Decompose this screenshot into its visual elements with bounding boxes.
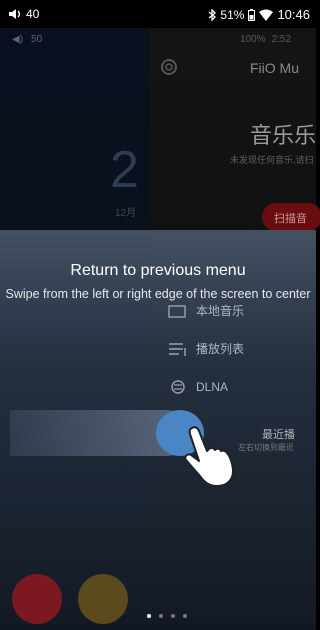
scan-music-label: 扫描音 xyxy=(274,213,307,225)
clock-time: 10:46 xyxy=(277,7,310,22)
inner-status-right: 100% 2:52 xyxy=(240,34,291,45)
page-dot-active xyxy=(147,614,151,618)
status-right: 51% 10:46 xyxy=(208,7,310,22)
menu-item-playlist[interactable]: 播放列表 xyxy=(168,340,244,357)
volume-icon xyxy=(9,9,20,19)
bluetooth-icon xyxy=(209,8,217,21)
inner-battery: 100% xyxy=(240,34,266,45)
recent-title: 最近播 xyxy=(262,429,295,441)
dlna-icon xyxy=(171,380,185,394)
inner-volume-icon: ◀) xyxy=(12,34,24,45)
menu-item-label: 播放列表 xyxy=(196,342,245,356)
playlist-icon xyxy=(169,342,186,356)
pointing-hand-icon xyxy=(184,426,234,487)
menu-item-label: DLNA xyxy=(196,380,229,394)
tutorial-title: Return to previous menu xyxy=(70,262,246,279)
inner-time: 2:52 xyxy=(271,34,292,45)
settings-gear-icon[interactable] xyxy=(158,56,180,78)
music-folder-icon xyxy=(168,304,186,318)
tutorial-subtitle: Swipe from the left or right edge of the… xyxy=(5,287,311,301)
battery-icon xyxy=(248,8,256,21)
music-library-title: 音乐乐 xyxy=(250,123,317,148)
recent-subtitle: 左右切换到最近 xyxy=(238,443,294,452)
menu-item-label: 本地音乐 xyxy=(196,304,245,318)
page-indicator xyxy=(147,614,187,618)
menu-item-local-music[interactable]: 本地音乐 xyxy=(168,302,244,319)
music-app-icon[interactable] xyxy=(12,574,62,624)
page-dot xyxy=(171,614,175,618)
inner-volume: 50 xyxy=(31,34,43,45)
menu-item-dlna[interactable]: DLNA xyxy=(168,380,228,394)
battery-percent: 51% xyxy=(220,7,245,22)
status-bar: 40 51% 10:46 xyxy=(0,0,316,28)
browser-app-icon[interactable] xyxy=(78,574,128,624)
inner-status-left: ◀) 50 xyxy=(12,34,42,45)
brand-title: FiiO Mu xyxy=(250,60,299,76)
clock-widget-digit: 2 xyxy=(110,141,139,199)
scan-music-button[interactable]: 扫描音 xyxy=(262,203,320,231)
volume-level: 40 xyxy=(26,7,40,21)
status-left: 40 xyxy=(8,7,39,21)
page-dot xyxy=(159,614,163,618)
music-library-subtitle: 未发现任何音乐,请扫 xyxy=(230,155,314,165)
clock-widget-month: 12月 xyxy=(115,208,137,219)
wifi-icon xyxy=(259,9,274,21)
page-dot xyxy=(183,614,187,618)
